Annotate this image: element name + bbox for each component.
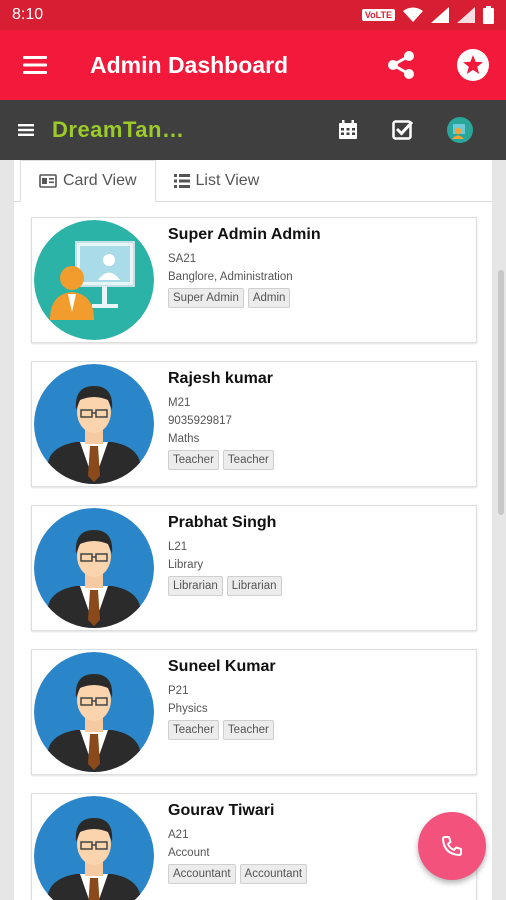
content-panel: Card View List View Super Admin Admin SA… <box>14 160 492 900</box>
favorite-button[interactable] <box>452 44 494 86</box>
status-time: 8:10 <box>12 6 44 23</box>
role-tag: Accountant <box>239 864 308 884</box>
user-name: Super Admin Admin <box>168 226 321 243</box>
role-tag: Accountant <box>168 864 236 884</box>
scrollbar[interactable] <box>498 270 504 515</box>
tasks-button[interactable] <box>387 114 419 146</box>
role-tags: Librarian Librarian <box>168 576 470 596</box>
status-bar: 8:10 VoLTE <box>0 0 506 30</box>
user-name: Rajesh kumar <box>168 370 273 387</box>
user-card[interactable]: Suneel Kumar P21 Physics Teacher Teacher <box>31 649 477 775</box>
user-id: L21 <box>168 541 188 553</box>
man-suit-avatar <box>34 364 154 484</box>
hamburger-menu-button[interactable] <box>0 30 70 100</box>
user-detail: Library <box>168 559 204 571</box>
list-icon <box>173 173 190 188</box>
user-avatar-icon <box>447 117 473 143</box>
user-name: Gourav Tiwari <box>168 802 275 819</box>
admin-presenter-avatar <box>34 220 154 340</box>
hamburger-icon <box>18 124 34 136</box>
man-suit-avatar <box>34 508 154 628</box>
role-tag: Teacher <box>168 720 219 740</box>
star-icon <box>457 49 489 81</box>
brand-toolbar: DreamTan… <box>0 100 506 160</box>
share-button[interactable] <box>380 44 422 86</box>
user-info: Rajesh kumar M21 9035929817 Maths Teache… <box>168 370 470 470</box>
checkbox-icon <box>392 120 414 140</box>
volte-badge: VoLTE <box>361 9 395 21</box>
tab-list-view[interactable]: List View <box>156 160 278 201</box>
role-tags: Teacher Teacher <box>168 720 470 740</box>
role-tags: Teacher Teacher <box>168 450 470 470</box>
status-icons: VoLTE <box>361 6 494 24</box>
calendar-icon <box>339 120 357 139</box>
role-tag: Admin <box>247 288 291 308</box>
brand-name: DreamTan… <box>52 117 185 142</box>
user-info: Suneel Kumar P21 Physics Teacher Teacher <box>168 658 470 740</box>
hamburger-icon <box>23 56 47 74</box>
user-phone: 9035929817 <box>168 415 232 427</box>
user-info: Super Admin Admin SA21 Banglore, Adminis… <box>168 226 470 308</box>
user-card[interactable]: Super Admin Admin SA21 Banglore, Adminis… <box>31 217 477 343</box>
user-id: P21 <box>168 685 189 697</box>
user-detail: Maths <box>168 433 200 445</box>
role-tag: Teacher <box>222 720 274 740</box>
user-name: Prabhat Singh <box>168 514 277 531</box>
man-suit-avatar <box>34 796 154 900</box>
user-card[interactable]: Gourav Tiwari A21 Account Accountant Acc… <box>31 793 477 900</box>
page-title: Admin Dashboard <box>90 51 289 78</box>
tab-card-view-label: Card View <box>63 172 137 189</box>
user-detail: Banglore, Administration <box>168 271 293 283</box>
call-fab-button[interactable] <box>418 812 486 880</box>
role-tag: Super Admin <box>168 288 244 308</box>
tab-list-view-label: List View <box>195 171 260 189</box>
tab-card-view[interactable]: Card View <box>20 160 156 202</box>
battery-icon <box>483 6 494 24</box>
signal-icon-2 <box>457 7 475 23</box>
role-tags: Super Admin Admin <box>168 288 470 308</box>
app-bar: Admin Dashboard <box>0 30 506 100</box>
role-tag: Teacher <box>168 450 219 470</box>
role-tag: Librarian <box>226 576 282 596</box>
user-name: Suneel Kumar <box>168 658 276 675</box>
profile-button[interactable] <box>444 114 476 146</box>
share-icon <box>388 51 414 79</box>
user-id: SA21 <box>168 253 197 265</box>
user-detail: Physics <box>168 703 208 715</box>
user-card[interactable]: Rajesh kumar M21 9035929817 Maths Teache… <box>31 361 477 487</box>
man-suit-avatar <box>34 652 154 772</box>
user-info: Prabhat Singh L21 Library Librarian Libr… <box>168 514 470 596</box>
drawer-menu-button[interactable] <box>0 100 52 160</box>
role-tag: Teacher <box>222 450 274 470</box>
user-card[interactable]: Prabhat Singh L21 Library Librarian Libr… <box>31 505 477 631</box>
phone-icon <box>442 836 462 856</box>
role-tag: Librarian <box>168 576 223 596</box>
id-card-icon <box>39 174 57 188</box>
view-tabs: Card View List View <box>14 160 492 202</box>
user-id: M21 <box>168 397 191 409</box>
wifi-icon <box>403 7 423 22</box>
calendar-button[interactable] <box>332 114 364 146</box>
signal-icon <box>431 7 449 23</box>
